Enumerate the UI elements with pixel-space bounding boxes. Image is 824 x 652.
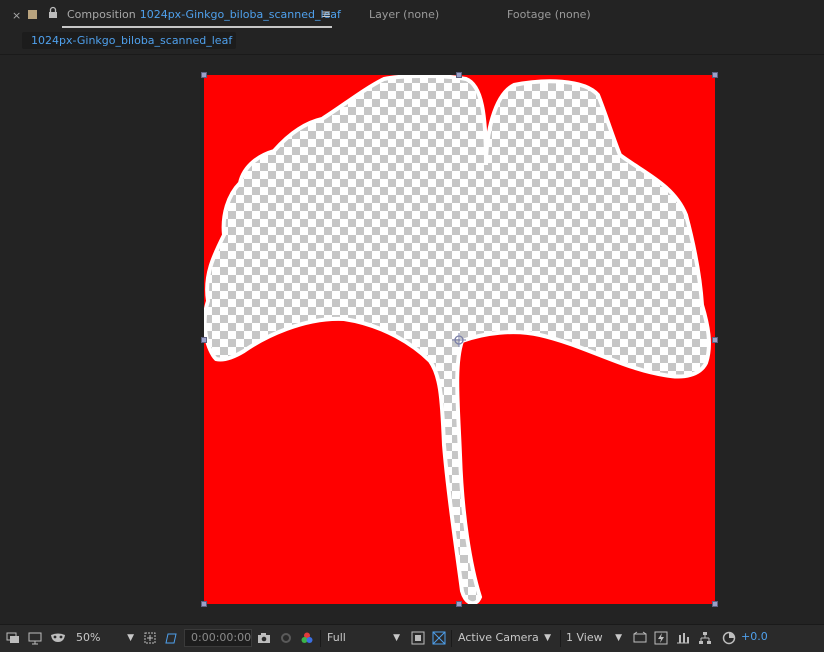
view-layout-value: 1 View [566,631,603,644]
timecode-display[interactable]: 0:00:00:00 [184,629,252,647]
camera-value: Active Camera [458,631,539,644]
label-color-swatch[interactable] [28,10,37,19]
chevron-down-icon: ▼ [615,633,622,643]
zoom-dropdown[interactable]: 50% ▼ [72,629,138,647]
footer-separator [320,630,321,647]
transform-handle-bottom-right[interactable] [712,601,718,607]
composition-viewer[interactable] [0,55,824,624]
breadcrumb-bar: 1024px-Ginkgo_biloba_scanned_leaf [0,30,824,55]
transform-handle-top-center[interactable] [456,72,462,78]
chevron-down-icon: ▼ [544,633,551,643]
close-icon[interactable]: × [12,9,21,22]
anchor-point-icon[interactable] [452,333,466,347]
color-channels-icon[interactable] [300,631,314,645]
region-of-interest-icon[interactable] [143,631,157,645]
resolution-dropdown[interactable]: Full ▼ [324,629,404,647]
tab-layer[interactable]: Layer (none) [369,8,439,21]
chevron-down-icon: ▼ [393,633,400,643]
timeline-icon[interactable] [676,631,690,645]
transform-handle-top-right[interactable] [712,72,718,78]
resolution-value: Full [327,631,346,644]
transform-handle-middle-left[interactable] [201,337,207,343]
transform-handle-middle-right[interactable] [712,337,718,343]
footer-separator [451,630,452,647]
view-layout-dropdown[interactable]: 1 View ▼ [564,629,626,647]
camera-dropdown[interactable]: Active Camera ▼ [455,629,555,647]
show-snapshot-icon[interactable] [279,631,293,645]
3d-view-icon[interactable] [633,631,647,645]
tab-composition[interactable]: Composition 1024px-Ginkgo_biloba_scanned_… [67,8,341,21]
transform-handle-bottom-left[interactable] [201,601,207,607]
transparency-grid-icon[interactable] [164,631,178,645]
panel-menu-icon[interactable]: ≡ [321,7,331,21]
monitor-icon[interactable] [28,631,42,645]
toggle-grid-icon[interactable] [432,631,446,645]
breadcrumb[interactable]: 1024px-Ginkgo_biloba_scanned_leaf [22,32,236,49]
exposure-value[interactable]: +0.0 [741,630,768,643]
footer-separator [560,630,561,647]
transform-handle-top-left[interactable] [201,72,207,78]
transform-handle-bottom-center[interactable] [456,601,462,607]
mask-visibility-icon[interactable] [50,631,66,645]
reset-exposure-icon[interactable] [722,631,736,645]
breadcrumb-label: 1024px-Ginkgo_biloba_scanned_leaf [31,34,233,47]
fast-preview-lightning-icon[interactable] [654,631,668,645]
tab-composition-label: Composition [67,8,136,21]
comp-flowchart-icon[interactable] [698,631,712,645]
tab-composition-name: 1024px-Ginkgo_biloba_scanned_leaf [139,8,341,21]
chevron-down-icon: ▼ [127,633,134,643]
panel-header: × Composition 1024px-Ginkgo_biloba_scanne… [0,0,824,30]
fast-previews-icon[interactable] [411,631,425,645]
active-tab-indicator [62,26,332,28]
snapshot-icon[interactable] [257,631,271,645]
lock-icon[interactable] [46,6,60,20]
zoom-value: 50% [76,631,101,644]
viewer-footer: 50% ▼ 0:00:00:00 Full ▼ Active Camera ▼ … [0,624,824,652]
always-preview-icon[interactable] [6,631,20,645]
tab-footage[interactable]: Footage (none) [507,8,591,21]
